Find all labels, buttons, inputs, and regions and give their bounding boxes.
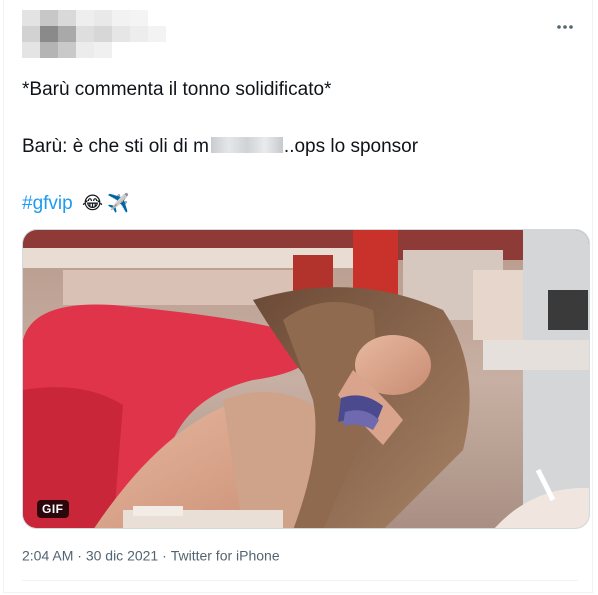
censor-blur xyxy=(210,136,283,153)
laughing-emoji: 😂 xyxy=(81,193,104,213)
tweet-text-line-1: *Barù commenta il tonno solidificato* xyxy=(22,79,332,100)
more-options-button[interactable] xyxy=(554,16,576,38)
tweet-header xyxy=(22,10,578,60)
gif-badge: GIF xyxy=(37,500,69,518)
airplane-emoji: ✈️ xyxy=(107,193,130,213)
meta-separator-2: · xyxy=(162,547,167,564)
tweet-meta: 2:04 AM · 30 dic 2021 · Twitter for iPho… xyxy=(22,546,280,563)
tweet-text-after-censor: ..ops lo sponsor xyxy=(283,136,419,157)
tweet-date[interactable]: 30 dic 2021 xyxy=(86,547,158,563)
gif-media[interactable]: GIF xyxy=(22,229,590,529)
tweet-source[interactable]: Twitter for iPhone xyxy=(171,547,280,563)
tweet-time[interactable]: 2:04 AM xyxy=(22,547,73,563)
tweet-text-line-2: Barù: è che sti oli di m ..ops lo sponsor xyxy=(22,135,418,159)
more-dots-icon xyxy=(556,24,574,30)
meta-separator: · xyxy=(77,547,82,564)
divider xyxy=(22,580,578,581)
blurred-avatar[interactable] xyxy=(22,10,172,60)
gif-frame-image xyxy=(23,230,589,528)
tweet-card: *Barù commenta il tonno solidificato* Ba… xyxy=(3,0,593,593)
tweet-text-line-3: #gfvip 😂 ✈️ xyxy=(22,191,129,216)
hashtag-link[interactable]: #gfvip xyxy=(22,193,73,214)
tweet-text-before-censor: Barù: è che sti oli di m xyxy=(22,136,209,157)
